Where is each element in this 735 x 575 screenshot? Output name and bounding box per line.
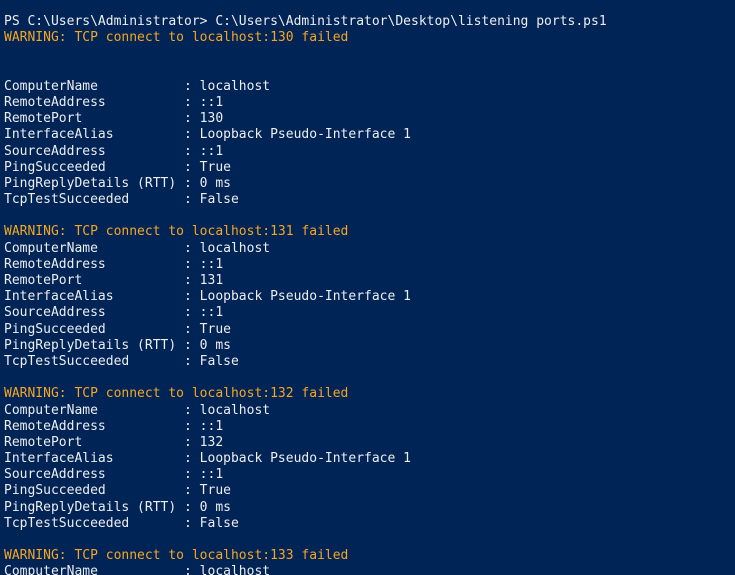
tcp-test-line: TcpTestSucceeded : False — [4, 192, 239, 208]
computer-name-line: ComputerName : localhost — [4, 402, 271, 418]
warning-line: WARNING: TCP connect to localhost:131 fa… — [4, 224, 349, 240]
remote-address-line: RemoteAddress : ::1 — [4, 256, 224, 272]
source-address-line: SourceAddress : ::1 — [4, 143, 224, 159]
ping-reply-line: PingReplyDetails (RTT) : 0 ms — [4, 337, 231, 353]
warning-line: WARNING: TCP connect to localhost:132 fa… — [4, 386, 349, 402]
remote-port-line: RemotePort : 131 — [4, 273, 224, 288]
result-block: ComputerName : localhost RemoteAddress :… — [4, 241, 735, 371]
result-block: ComputerName : localhost RemoteAddress :… — [4, 79, 735, 209]
warning-line: WARNING: TCP connect to localhost:133 fa… — [4, 548, 349, 564]
computer-name-line: ComputerName : localhost — [4, 78, 271, 94]
source-address-line: SourceAddress : ::1 — [4, 305, 224, 321]
interface-alias-line: InterfaceAlias : Loopback Pseudo-Interfa… — [4, 451, 411, 467]
powershell-console[interactable]: PS C:\Users\Administrator> C:\Users\Admi… — [0, 0, 735, 575]
result-block: ComputerName : localhost — [4, 564, 735, 575]
prompt-line: PS C:\Users\Administrator> C:\Users\Admi… — [4, 14, 607, 29]
interface-alias-line: InterfaceAlias : Loopback Pseudo-Interfa… — [4, 289, 411, 305]
ping-reply-line: PingReplyDetails (RTT) : 0 ms — [4, 175, 231, 191]
computer-name-line: ComputerName : localhost — [4, 240, 271, 256]
remote-port-line: RemotePort : 130 — [4, 111, 224, 127]
interface-alias-line: InterfaceAlias : Loopback Pseudo-Interfa… — [4, 127, 411, 143]
ping-succeeded-line: PingSucceeded : True — [4, 483, 231, 499]
warning-line: WARNING: TCP connect to localhost:130 fa… — [4, 30, 349, 46]
remote-address-line: RemoteAddress : ::1 — [4, 94, 224, 110]
tcp-test-line: TcpTestSucceeded : False — [4, 515, 239, 531]
ping-reply-line: PingReplyDetails (RTT) : 0 ms — [4, 499, 231, 515]
remote-address-line: RemoteAddress : ::1 — [4, 418, 224, 434]
remote-port-line: RemotePort : 132 — [4, 434, 224, 450]
computer-name-line: ComputerName : localhost — [4, 564, 271, 575]
result-block: ComputerName : localhost RemoteAddress :… — [4, 403, 735, 533]
ping-succeeded-line: PingSucceeded : True — [4, 321, 231, 337]
source-address-line: SourceAddress : ::1 — [4, 467, 224, 483]
ping-succeeded-line: PingSucceeded : True — [4, 159, 231, 175]
tcp-test-line: TcpTestSucceeded : False — [4, 353, 239, 369]
